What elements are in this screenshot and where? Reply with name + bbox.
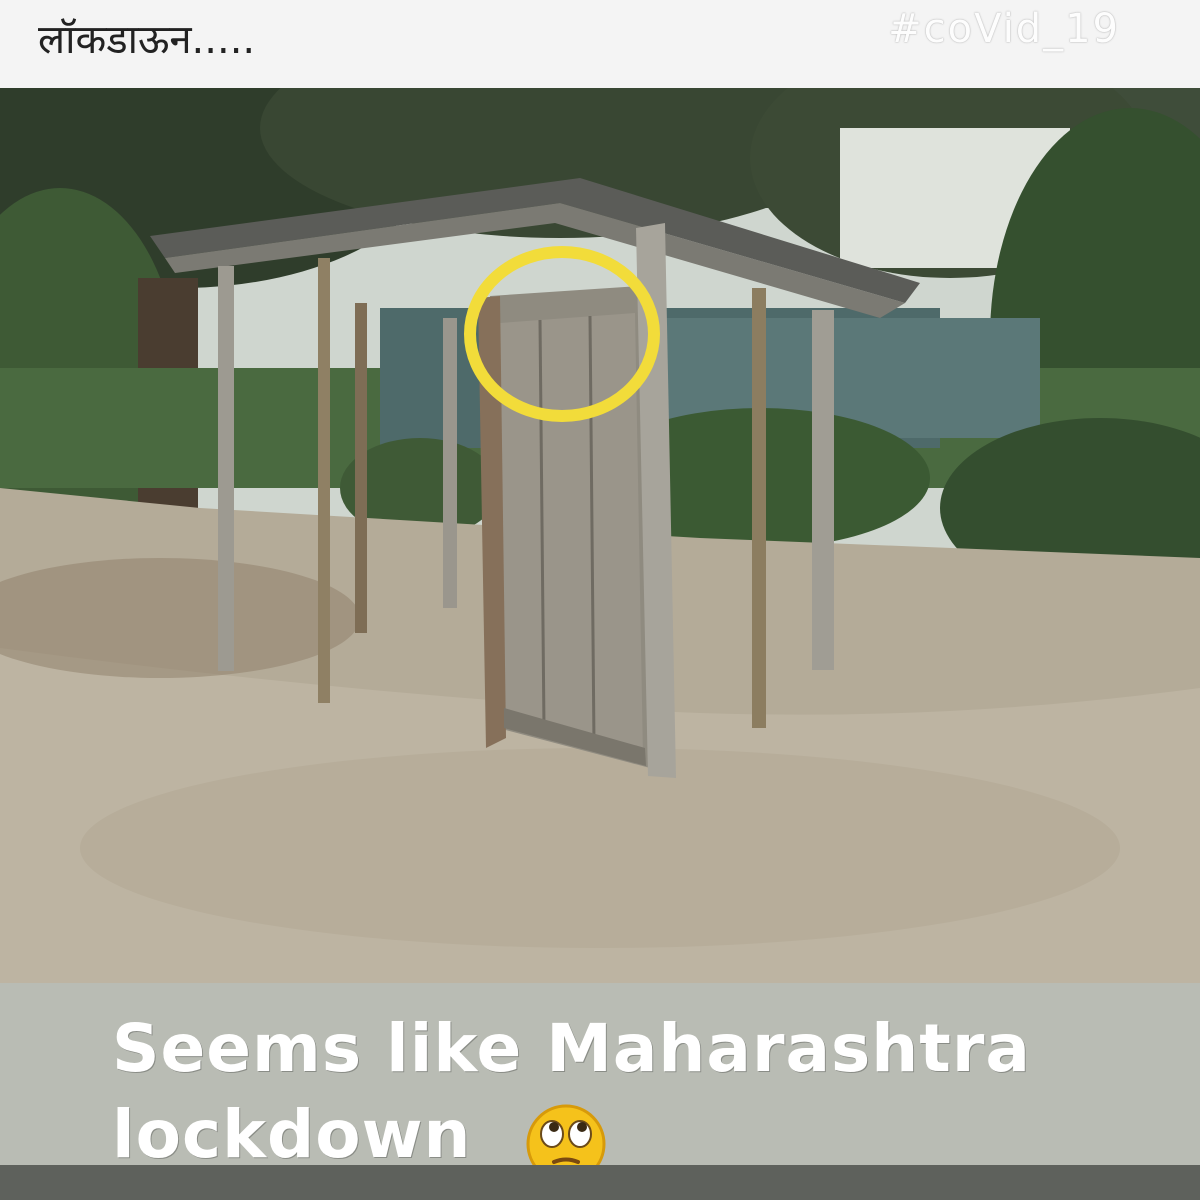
header-title: लॉकडाऊन.....: [38, 17, 256, 63]
post-header: लॉकडाऊन..... #coVid_19: [0, 0, 1200, 88]
hashtag-watermark[interactable]: #coVid_19: [888, 6, 1120, 52]
caption-line-2: lockdown: [112, 1096, 472, 1173]
footer-bar: [0, 1165, 1200, 1200]
outhouse-photo: [0, 88, 1200, 983]
caption-line-1: Seems like Maharashtra: [112, 1010, 1031, 1087]
